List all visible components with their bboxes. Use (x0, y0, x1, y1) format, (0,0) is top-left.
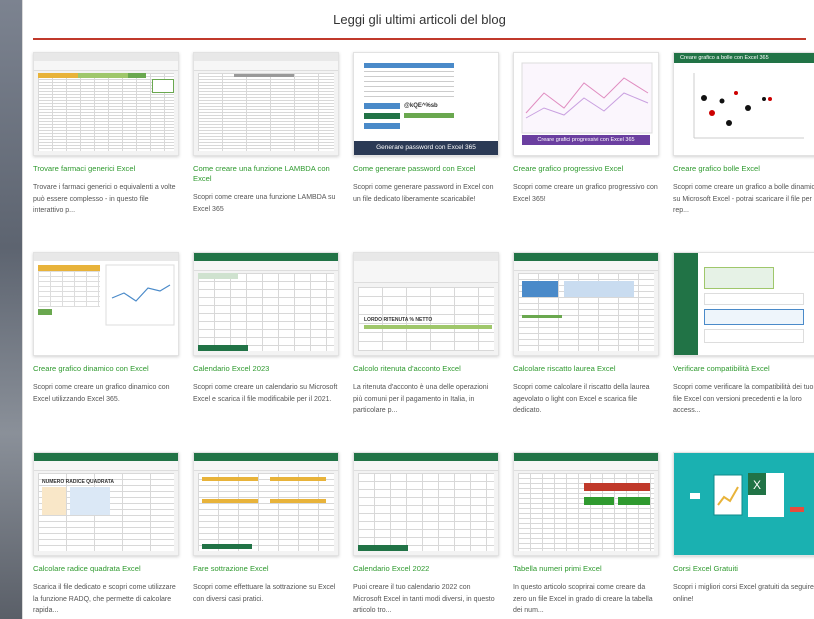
article-card[interactable]: LORDO RITENUTA % NETTO Calcolo ritenuta … (353, 252, 499, 417)
article-thumbnail[interactable] (193, 52, 339, 156)
excel-course-illustration-icon: X (690, 473, 804, 517)
article-title-link[interactable]: Fare sottrazione Excel (193, 564, 339, 574)
article-thumbnail[interactable]: NUMERO RADICE QUADRATA (33, 452, 179, 556)
article-thumbnail[interactable] (513, 252, 659, 356)
article-title-link[interactable]: Calcolare radice quadrata Excel (33, 564, 179, 574)
article-card[interactable]: Creare grafico a bolle con Excel 365 Cre… (673, 52, 814, 217)
article-card[interactable]: X Corsi Excel Gratuiti Scopri i migliori… (673, 452, 814, 605)
article-card[interactable]: Calendario Excel 2023 Scopri come creare… (193, 252, 339, 405)
article-thumbnail[interactable] (513, 452, 659, 556)
article-title-link[interactable]: Corsi Excel Gratuiti (673, 564, 814, 574)
article-title-link[interactable]: Come creare una funzione LAMBDA con Exce… (193, 164, 339, 184)
article-thumbnail[interactable]: Creare grafici progressivi con Excel 365 (513, 52, 659, 156)
thumbnail-banner: Creare grafici progressivi con Excel 365 (522, 135, 650, 145)
thumbnail-banner: Generare password con Excel 365 (354, 141, 498, 155)
article-description: Scopri come verificare la compatibilità … (673, 384, 814, 414)
article-thumbnail[interactable] (673, 252, 814, 356)
article-card[interactable]: @kQE^%sb Generare password con Excel 365… (353, 52, 499, 205)
article-thumbnail[interactable] (353, 452, 499, 556)
article-card[interactable]: NUMERO RADICE QUADRATA Calcolare radice … (33, 452, 179, 617)
article-thumbnail[interactable] (33, 252, 179, 356)
svg-text:X: X (753, 478, 761, 492)
article-description: La ritenuta d'acconto è una delle operaz… (353, 384, 489, 414)
article-title-link[interactable]: Calcolare riscatto laurea Excel (513, 364, 659, 374)
article-description: Scopri come effettuare la sottrazione su… (193, 584, 336, 603)
article-thumbnail[interactable]: Creare grafico a bolle con Excel 365 (673, 52, 814, 156)
thumbnail-columns: LORDO RITENUTA % NETTO (364, 317, 433, 323)
article-title-link[interactable]: Calendario Excel 2023 (193, 364, 339, 374)
article-title-link[interactable]: Verificare compatibilità Excel (673, 364, 814, 374)
article-description: In questo articolo scoprirai come creare… (513, 584, 653, 614)
thumbnail-columns: NUMERO RADICE QUADRATA (42, 479, 115, 485)
article-title-link[interactable]: Calendario Excel 2022 (353, 564, 499, 574)
article-title-link[interactable]: Come generare password con Excel (353, 164, 499, 174)
article-title-link[interactable]: Trovare farmaci generici Excel (33, 164, 179, 174)
desktop-backdrop (0, 0, 22, 619)
article-title-link[interactable]: Creare grafico dinamico con Excel (33, 364, 179, 374)
article-title-link[interactable]: Creare grafico progressivo Excel (513, 164, 659, 174)
article-description: Scopri come creare una funzione LAMBDA s… (193, 194, 336, 213)
article-description: Scopri come creare un grafico dinamico c… (33, 384, 170, 403)
article-thumbnail[interactable]: LORDO RITENUTA % NETTO (353, 252, 499, 356)
article-title-link[interactable]: Calcolo ritenuta d'acconto Excel (353, 364, 499, 374)
section-title: Leggi gli ultimi articoli del blog (333, 11, 506, 27)
article-thumbnail[interactable] (33, 52, 179, 156)
article-card[interactable]: Creare grafici progressivi con Excel 365… (513, 52, 659, 205)
article-description: Scopri come generare password in Excel c… (353, 184, 494, 203)
article-card[interactable]: Calcolare riscatto laurea Excel Scopri c… (513, 252, 659, 417)
article-card[interactable]: Calendario Excel 2022 Puoi creare il tuo… (353, 452, 499, 617)
article-description: Scarica il file dedicato e scopri come u… (33, 584, 176, 614)
article-title-link[interactable]: Tabella numeri primi Excel (513, 564, 659, 574)
bubble-chart-icon (693, 73, 804, 139)
article-description: Scopri come creare un calendario su Micr… (193, 384, 338, 403)
article-card[interactable]: Trovare farmaci generici Excel Trovare i… (33, 52, 179, 217)
article-description: Scopri come calcolare il riscatto della … (513, 384, 650, 414)
article-description: Puoi creare il tuo calendario 2022 con M… (353, 584, 495, 614)
article-description: Scopri i migliori corsi Excel gratuiti d… (673, 584, 814, 603)
blog-articles-panel: Leggi gli ultimi articoli del blog Trova… (22, 0, 814, 619)
article-thumbnail[interactable]: X (673, 452, 814, 556)
article-card[interactable]: Tabella numeri primi Excel In questo art… (513, 452, 659, 617)
article-description: Trovare i farmaci generici o equivalenti… (33, 184, 176, 214)
line-chart-icon (105, 264, 175, 326)
article-description: Scopri come creare un grafico a bolle di… (673, 184, 814, 214)
article-card[interactable]: Creare grafico dinamico con Excel Scopri… (33, 252, 179, 405)
article-card[interactable]: Fare sottrazione Excel Scopri come effet… (193, 452, 339, 605)
article-thumbnail[interactable] (193, 452, 339, 556)
article-card[interactable]: Come creare una funzione LAMBDA con Exce… (193, 52, 339, 215)
article-card[interactable]: Verificare compatibilità Excel Scopri co… (673, 252, 814, 417)
article-title-link[interactable]: Creare grafico bolle Excel (673, 164, 814, 174)
article-description: Scopri come creare un grafico progressiv… (513, 184, 658, 203)
article-thumbnail[interactable]: @kQE^%sb Generare password con Excel 365 (353, 52, 499, 156)
article-thumbnail[interactable] (193, 252, 339, 356)
section-header: Leggi gli ultimi articoli del blog (33, 0, 806, 40)
